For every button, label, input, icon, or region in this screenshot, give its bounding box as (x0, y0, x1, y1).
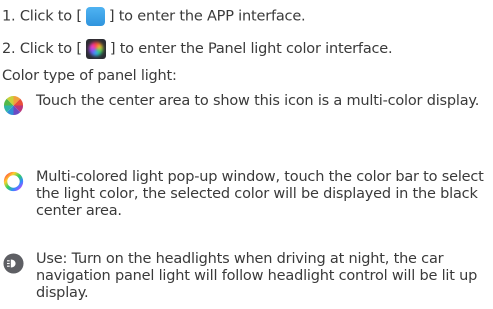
step-1-text-after: ] to enter the APP interface. (108, 8, 306, 25)
step-1: 1. Click to [ ] to enter the APP interfac… (2, 7, 306, 26)
headlight-icon (3, 253, 24, 274)
step-2: 2. Click to [ ] to enter the Panel light … (2, 39, 393, 59)
multicolor-pie-icon (3, 95, 24, 116)
color-type-heading: Color type of panel light: (2, 68, 177, 84)
color-type-item-ring-text: Multi-colored light pop-up window, touch… (36, 169, 484, 219)
step-2-text-after: ] to enter the Panel light color interfa… (109, 41, 393, 57)
panel-light-color-icon (85, 39, 106, 59)
step-1-text-before: 1. Click to [ (2, 8, 82, 25)
blue-app-square-icon (85, 7, 105, 26)
step-2-text-before: 2. Click to [ (2, 41, 82, 57)
color-type-item-headlight-text: Use: Turn on the headlights when driving… (36, 251, 478, 301)
color-ring-icon (3, 171, 24, 192)
color-type-item-multicolor-text: Touch the center area to show this icon … (36, 93, 480, 109)
